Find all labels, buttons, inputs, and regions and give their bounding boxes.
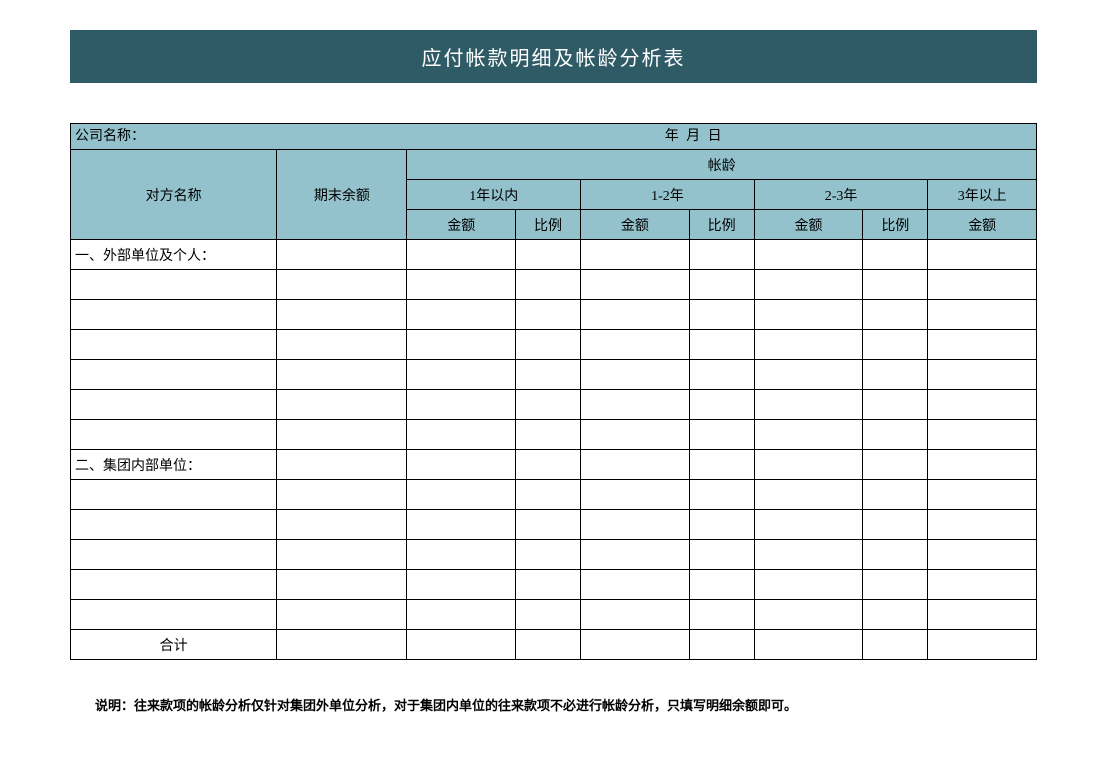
company-label: 公司名称： (71, 124, 631, 149)
table-row: 二、集团内部单位： (71, 450, 1037, 480)
th-amount: 金额 (581, 210, 690, 240)
th-balance: 期末余额 (277, 150, 407, 240)
th-ratio: 比例 (689, 210, 754, 240)
table-row (71, 510, 1037, 540)
page-title: 应付帐款明细及帐龄分析表 (70, 30, 1037, 83)
table-row (71, 540, 1037, 570)
footnote: 说明：往来款项的帐龄分析仅针对集团外单位分析，对于集团内单位的往来款项不必进行帐… (70, 695, 1037, 714)
table-row (71, 480, 1037, 510)
th-over3y: 3年以上 (928, 180, 1037, 210)
section1-label: 一、外部单位及个人： (71, 240, 277, 270)
table-row (71, 300, 1037, 330)
table-row (71, 270, 1037, 300)
th-1-2y: 1-2年 (581, 180, 755, 210)
table-row: 一、外部单位及个人： (71, 240, 1037, 270)
table-row (71, 390, 1037, 420)
info-row: 公司名称： 年 月 日 (70, 123, 1037, 149)
th-amount: 金额 (928, 210, 1037, 240)
table-row (71, 360, 1037, 390)
table-row (71, 330, 1037, 360)
table-row (71, 570, 1037, 600)
total-label: 合计 (71, 630, 277, 660)
th-aging: 帐龄 (407, 150, 1037, 180)
th-counterparty: 对方名称 (71, 150, 277, 240)
th-ratio: 比例 (515, 210, 580, 240)
th-within1y: 1年以内 (407, 180, 581, 210)
table-row (71, 600, 1037, 630)
th-amount: 金额 (407, 210, 516, 240)
table-row (71, 420, 1037, 450)
th-ratio: 比例 (863, 210, 928, 240)
aging-table: 对方名称 期末余额 帐龄 1年以内 1-2年 2-3年 3年以上 金额 比例 金… (70, 149, 1037, 660)
th-amount: 金额 (754, 210, 863, 240)
th-2-3y: 2-3年 (754, 180, 928, 210)
section2-label: 二、集团内部单位： (71, 450, 277, 480)
table-row: 合计 (71, 630, 1037, 660)
date-label: 年 月 日 (631, 124, 1036, 149)
